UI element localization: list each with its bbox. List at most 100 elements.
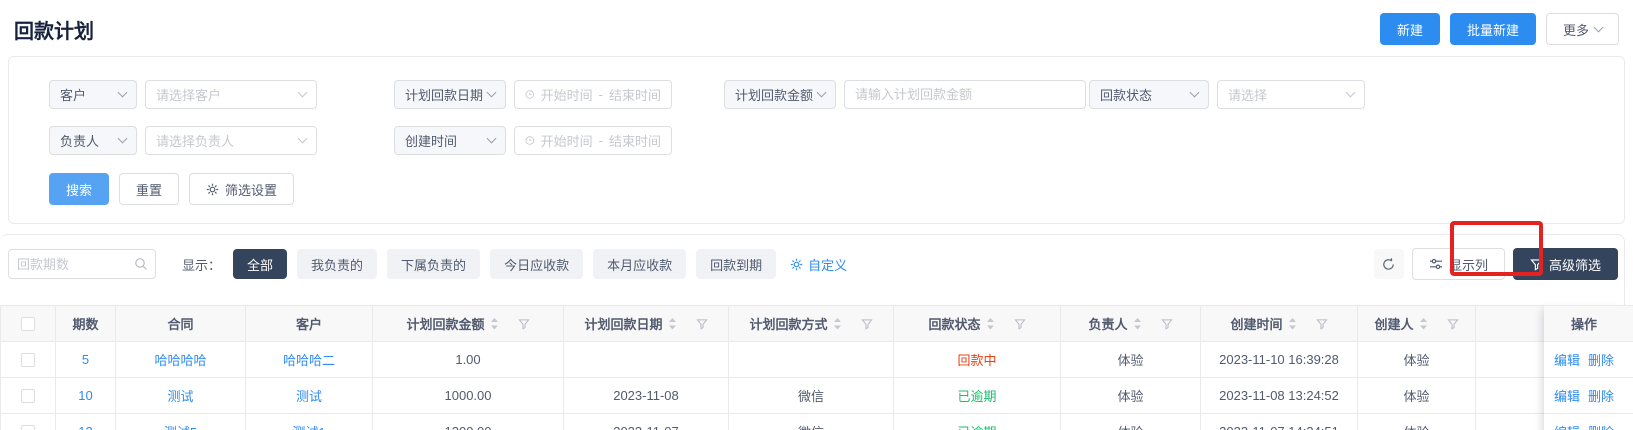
filter-settings-button[interactable]: 筛选设置 — [189, 173, 295, 205]
reset-button[interactable]: 重置 — [119, 173, 179, 205]
amount-input[interactable] — [855, 87, 1075, 102]
period-link[interactable]: 12 — [78, 424, 92, 430]
advanced-filter-label: 高级筛选 — [1548, 257, 1601, 273]
contract-link[interactable]: 哈哈哈哈 — [154, 353, 206, 368]
filter-value-select[interactable]: 请选择 — [1217, 80, 1365, 109]
refresh-button[interactable] — [1373, 249, 1404, 279]
ops-row: 编辑删除 — [1544, 342, 1624, 378]
contract-link[interactable]: 测试 — [167, 389, 193, 404]
column-filter-icon[interactable] — [1013, 318, 1026, 330]
cell-checkbox — [0, 377, 56, 414]
cell-created-at: 2023-11-07 14:34:51 — [1200, 413, 1358, 430]
filter-group: 回款状态 请选择 — [1089, 80, 1624, 109]
column-header-contract: 合同 — [115, 305, 246, 342]
cell-creator: 体验 — [1357, 413, 1476, 430]
customer-link[interactable]: 哈哈哈二 — [283, 353, 335, 368]
cell-status: 回款中 — [893, 341, 1061, 378]
filter-group: 负责人 请选择负责人 — [49, 126, 394, 155]
scope-pill[interactable]: 我负责的 — [297, 249, 378, 279]
column-header-status: 回款状态 — [893, 305, 1061, 342]
filter-settings-label: 筛选设置 — [225, 182, 278, 198]
date-range-input[interactable]: 开始时间 - 结束时间 — [514, 80, 672, 109]
batch-create-button[interactable]: 批量新建 — [1449, 13, 1536, 45]
filter-field-select[interactable]: 创建时间 — [394, 126, 506, 155]
edit-link[interactable]: 编辑 — [1554, 386, 1580, 405]
edit-link[interactable]: 编辑 — [1554, 350, 1580, 369]
column-filter-icon[interactable] — [1315, 318, 1328, 330]
page-title: 回款计划 — [14, 20, 94, 43]
sort-icon[interactable] — [668, 317, 677, 330]
period-link[interactable]: 5 — [82, 352, 89, 367]
filter-field-select[interactable]: 计划回款金额 — [724, 80, 836, 109]
scope-pills: 全部 我负责的 下属负责的 今日应收款 本月应收款 回款到期 — [233, 249, 777, 279]
sort-icon[interactable] — [1288, 317, 1297, 330]
sort-icon[interactable] — [1133, 317, 1142, 330]
filter-field-select[interactable]: 客户 — [49, 80, 137, 109]
delete-link[interactable]: 删除 — [1588, 422, 1614, 430]
display-columns-label: 显示列 — [1448, 257, 1488, 273]
column-header-creator: 创建人 — [1357, 305, 1476, 342]
chevron-down-icon — [1593, 22, 1604, 32]
contract-link[interactable]: 测试5 — [164, 425, 197, 430]
scope-pill[interactable]: 本月应收款 — [593, 249, 687, 279]
advanced-filter-button[interactable]: 高级筛选 — [1512, 248, 1618, 280]
filter-row-1: 客户 请选择客户 计划回款日期 开始时间 - 结束时间 计划回款金额 回款状态 — [49, 80, 1624, 109]
collection-table: 期数合同客户计划回款金额计划回款日期计划回款方式回款状态负责人创建时间创建人合 … — [0, 305, 1633, 430]
filter-value-select[interactable]: 请选择负责人 — [145, 126, 317, 155]
column-filter-icon[interactable] — [517, 318, 530, 330]
select-all-checkbox[interactable] — [21, 317, 35, 332]
sort-icon[interactable] — [490, 317, 499, 330]
filter-field-select[interactable]: 回款状态 — [1089, 80, 1209, 109]
filter-value-select[interactable]: 请选择客户 — [145, 80, 317, 109]
customer-link[interactable]: 测试1 — [292, 425, 325, 430]
column-filter-icon[interactable] — [695, 318, 708, 330]
column-header-check — [0, 305, 56, 342]
filter-field-select[interactable]: 计划回款日期 — [394, 80, 506, 109]
column-filter-icon[interactable] — [1160, 318, 1173, 330]
page-header: 回款计划 新建 批量新建 更多 — [0, 0, 1633, 45]
funnel-icon — [1530, 258, 1543, 271]
display-columns-button[interactable]: 显示列 — [1411, 248, 1505, 280]
cell-customer: 测试 — [245, 377, 373, 414]
filter-group: 计划回款日期 开始时间 - 结束时间 — [394, 80, 724, 109]
column-header-plan_date: 计划回款日期 — [563, 305, 729, 342]
period-link[interactable]: 10 — [78, 388, 92, 403]
date-range-input[interactable]: 开始时间 - 结束时间 — [514, 126, 672, 155]
delete-link[interactable]: 删除 — [1588, 386, 1614, 405]
scope-pill[interactable]: 全部 — [233, 249, 288, 279]
filter-field-select[interactable]: 负责人 — [49, 126, 137, 155]
cell-period: 12 — [55, 413, 116, 430]
chevron-down-icon — [1189, 87, 1200, 98]
search-button[interactable]: 搜索 — [49, 173, 109, 205]
scope-pill[interactable]: 今日应收款 — [490, 249, 584, 279]
toolbar-right: 显示列 高级筛选 — [1373, 248, 1618, 280]
edit-link[interactable]: 编辑 — [1554, 422, 1580, 430]
cell-method — [728, 341, 894, 378]
customize-label: 自定义 — [808, 257, 848, 273]
row-checkbox[interactable] — [21, 389, 35, 404]
refresh-icon — [1383, 257, 1395, 270]
column-filter-icon[interactable] — [860, 318, 873, 330]
cell-checkbox — [0, 341, 56, 378]
filter-group: 客户 请选择客户 — [49, 80, 394, 109]
cell-amount: 1200.00 — [372, 413, 564, 430]
row-checkbox[interactable] — [21, 353, 35, 368]
ops-fixed-column: 操作 编辑删除编辑删除编辑删除 — [1544, 305, 1624, 430]
customer-link[interactable]: 测试 — [296, 389, 322, 404]
cell-customer: 测试1 — [245, 413, 373, 430]
more-button[interactable]: 更多 — [1545, 13, 1619, 45]
scope-pill[interactable]: 回款到期 — [696, 249, 777, 279]
scope-pill[interactable]: 下属负责的 — [387, 249, 481, 279]
row-checkbox[interactable] — [21, 425, 35, 430]
sort-icon[interactable] — [833, 317, 842, 330]
chevron-down-icon — [117, 133, 128, 144]
chevron-down-icon — [297, 87, 308, 98]
sort-icon[interactable] — [1419, 317, 1428, 330]
create-button[interactable]: 新建 — [1379, 13, 1440, 45]
delete-link[interactable]: 删除 — [1588, 350, 1614, 369]
cell-customer: 哈哈哈二 — [245, 341, 373, 378]
customize-link[interactable]: 自定义 — [790, 255, 847, 274]
cell-amount: 1.00 — [372, 341, 564, 378]
sort-icon[interactable] — [986, 317, 995, 330]
column-filter-icon[interactable] — [1446, 318, 1459, 330]
